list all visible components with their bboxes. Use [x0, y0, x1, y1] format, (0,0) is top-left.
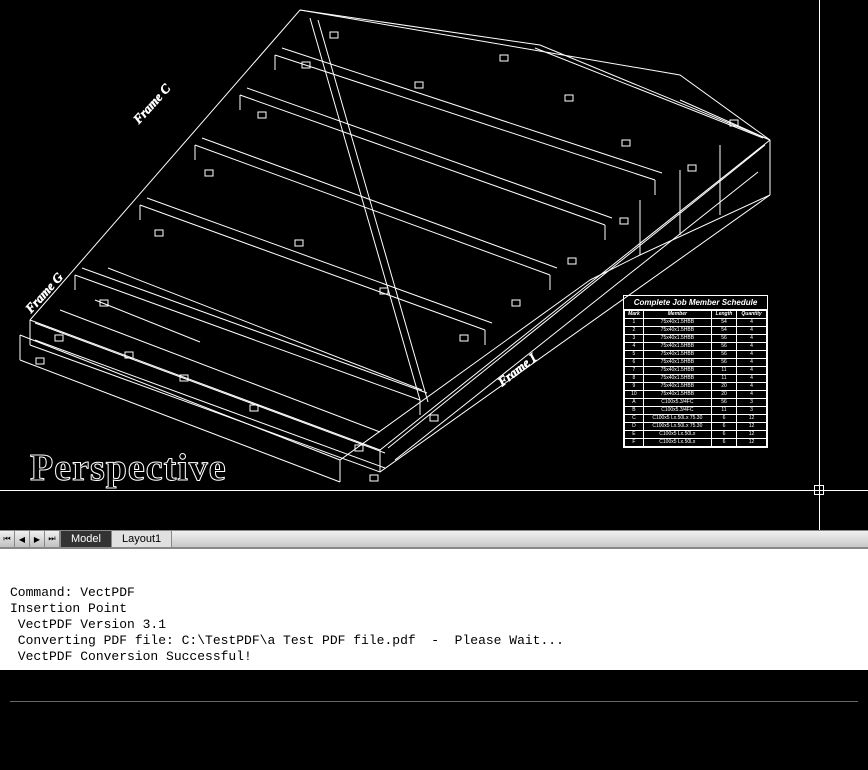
command-history-line: Converting PDF file: C:\TestPDF\a Test P…: [10, 633, 858, 649]
table-row: 275x40x1.5HBB544: [625, 327, 767, 335]
tab-nav-last[interactable]: ⏭: [45, 531, 60, 547]
schedule-header: Mark: [625, 311, 644, 319]
table-row: AC100x5.3/4FC563: [625, 399, 767, 407]
tab-spacer: [172, 531, 868, 547]
table-row: FC100x5 Lx.50Lx612: [625, 439, 767, 447]
table-row: 675x40x1.5HBB564: [625, 359, 767, 367]
table-row: BC100x5.3/4FC113: [625, 407, 767, 415]
command-history-line: Insertion Point: [10, 601, 858, 617]
command-history-line: VectPDF Conversion Successful!: [10, 649, 858, 665]
command-history-line: VectPDF Version 3.1: [10, 617, 858, 633]
table-row: CC100x5 Lx.50Lx 75.30612: [625, 415, 767, 423]
table-row: 375x40x1.5HBB564: [625, 335, 767, 343]
table-row: EC100x5 Lx.50Lx612: [625, 431, 767, 439]
schedule-header: Length: [711, 311, 736, 319]
table-row: 175x40x1.5HBB544: [625, 319, 767, 327]
table-row: 575x40x1.5HBB564: [625, 351, 767, 359]
crosshair-vertical: [819, 0, 820, 530]
tab-nav-first[interactable]: ⏮: [0, 531, 15, 547]
table-row: 1075x40x1.5HBB204: [625, 391, 767, 399]
command-history-line: Command: VectPDF: [10, 585, 858, 601]
command-prompt[interactable]: Command:: [10, 738, 858, 754]
table-row: 775x40x1.5HBB114: [625, 367, 767, 375]
tab-nav-buttons: ⏮ ◀ ▶ ⏭: [0, 531, 61, 547]
table-row: DC100x5 Lx.50Lx 75.30612: [625, 423, 767, 431]
table-row: 875x40x1.5HBB114: [625, 375, 767, 383]
schedule-header: Quantity: [737, 311, 767, 319]
table-row: 475x40x1.5HBB564: [625, 343, 767, 351]
table-row: 975x40x1.5HBB204: [625, 383, 767, 391]
crosshair-pickbox: [814, 485, 824, 495]
schedule-table: MarkMemberLengthQuantity 175x40x1.5HBB54…: [624, 310, 767, 447]
schedule-header: Member: [643, 311, 711, 319]
tab-model[interactable]: Model: [61, 531, 112, 547]
tab-layout1[interactable]: Layout1: [112, 531, 172, 547]
schedule-title: Complete Job Member Schedule: [624, 296, 767, 310]
command-window[interactable]: Command: VectPDFInsertion Point VectPDF …: [0, 548, 868, 670]
crosshair-horizontal: [0, 490, 868, 491]
tab-nav-prev[interactable]: ◀: [15, 531, 30, 547]
member-schedule: Complete Job Member Schedule MarkMemberL…: [623, 295, 768, 448]
cad-viewport[interactable]: Frame C Frame G Frame I Perspective Comp…: [0, 0, 868, 530]
view-title: Perspective: [30, 446, 227, 490]
layout-tabbar: ⏮ ◀ ▶ ⏭ Model Layout1: [0, 530, 868, 548]
tab-nav-next[interactable]: ▶: [30, 531, 45, 547]
